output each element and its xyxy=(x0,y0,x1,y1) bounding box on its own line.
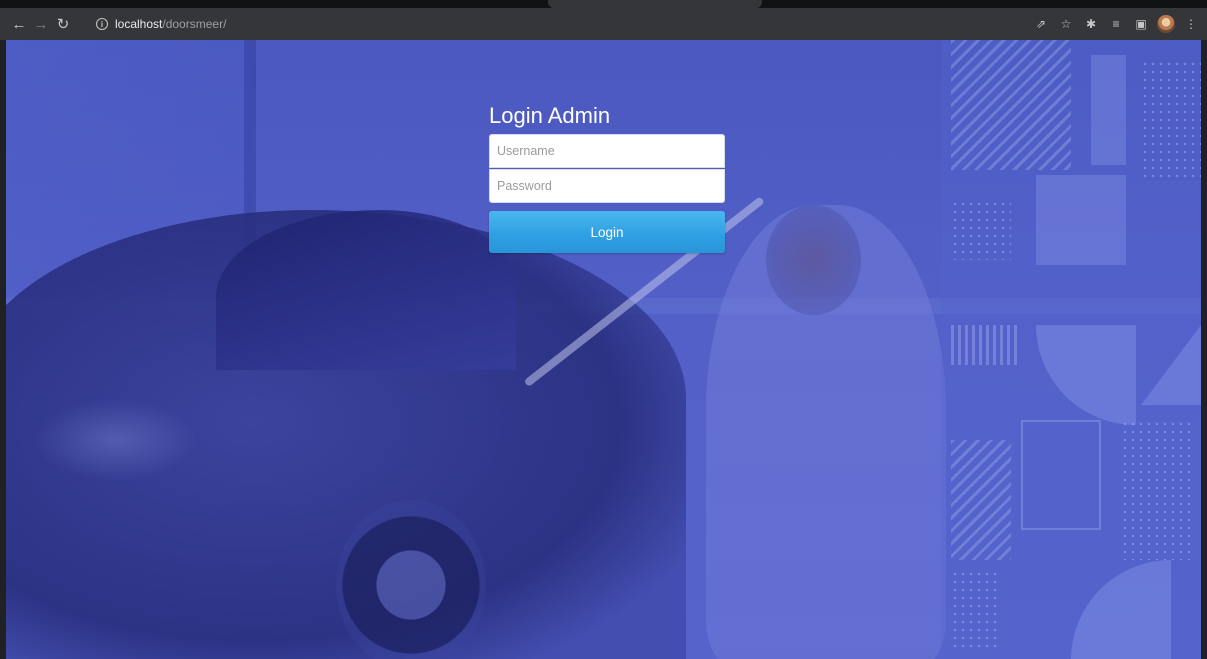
pattern-outline-block xyxy=(1021,420,1101,530)
pattern-bars xyxy=(951,325,1021,365)
pattern-dots xyxy=(1121,420,1196,560)
share-icon[interactable]: ⇗ xyxy=(1031,14,1051,34)
profile-avatar[interactable] xyxy=(1156,14,1176,34)
info-icon[interactable]: i xyxy=(96,18,108,30)
pattern-dots xyxy=(951,570,1001,650)
arrow-right-icon[interactable]: → xyxy=(30,13,52,35)
url-host: localhost xyxy=(115,17,163,31)
pattern-stripes xyxy=(951,440,1011,560)
menu-icon[interactable]: ⋮ xyxy=(1181,14,1201,34)
password-input[interactable] xyxy=(489,169,725,203)
pattern-block xyxy=(1036,175,1126,265)
login-form: Login Admin Login xyxy=(489,98,725,253)
pattern-dots xyxy=(951,200,1011,260)
bg-car-headlight xyxy=(36,400,196,480)
url-path: /doorsmeer/ xyxy=(162,17,227,31)
avatar xyxy=(1157,15,1175,33)
bg-person-head xyxy=(766,205,861,315)
extensions-icon[interactable]: ✱ xyxy=(1081,14,1101,34)
reload-icon[interactable]: ↻ xyxy=(52,13,74,35)
browser-toolbar: ← → ↻ i localhost/doorsmeer/ ⇗ ☆ ✱ ≡ ▣ ⋮ xyxy=(0,8,1207,40)
pattern-quarter-circle xyxy=(1036,325,1136,425)
login-button[interactable]: Login xyxy=(489,211,725,253)
tab-strip xyxy=(0,0,1207,8)
username-input[interactable] xyxy=(489,134,725,168)
star-icon[interactable]: ☆ xyxy=(1056,14,1076,34)
pattern-block xyxy=(1091,55,1126,165)
pattern-triangle xyxy=(1141,325,1201,405)
bg-geometric-pattern xyxy=(941,40,1201,659)
pattern-dots xyxy=(1141,60,1201,180)
pattern-stripes xyxy=(951,40,1071,170)
bg-car-wheel xyxy=(336,500,486,659)
arrow-left-icon[interactable]: ← xyxy=(8,13,30,35)
side-panel-icon[interactable]: ▣ xyxy=(1131,14,1151,34)
pattern-quarter-circle xyxy=(1071,560,1171,659)
toolbar-icons: ⇗ ☆ ✱ ≡ ▣ ⋮ xyxy=(1031,8,1201,40)
reading-list-icon[interactable]: ≡ xyxy=(1106,14,1126,34)
page-title: Login Admin xyxy=(489,103,611,128)
active-tab[interactable] xyxy=(548,0,762,8)
page-viewport: Login Admin Login xyxy=(6,40,1201,659)
